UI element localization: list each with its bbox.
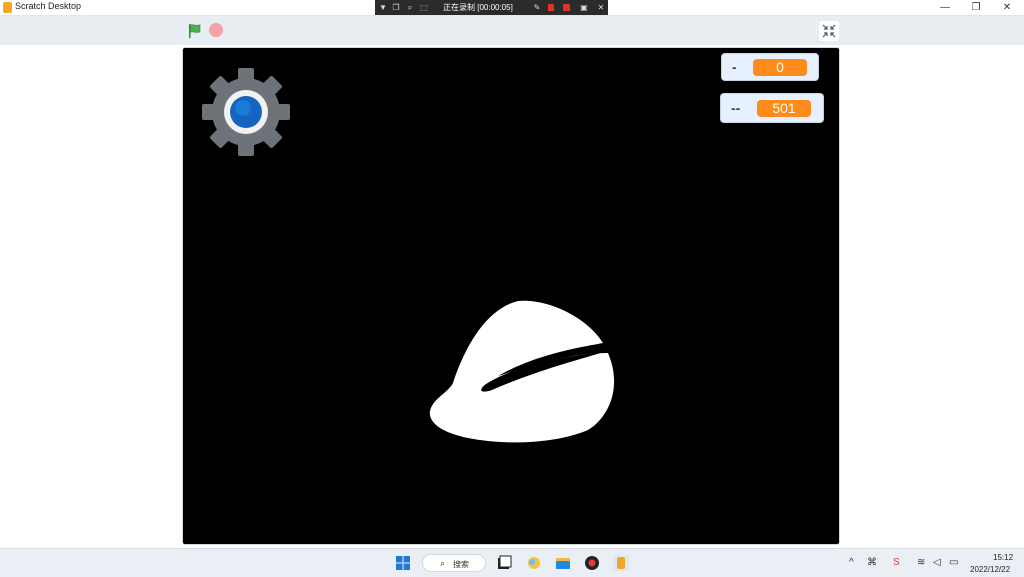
scratch-taskbar-icon[interactable]	[613, 555, 629, 571]
stop-record-icon[interactable]	[563, 4, 570, 11]
network-adapter-icon[interactable]: ⌘	[867, 557, 877, 568]
close-recorder-icon[interactable]: ✕	[596, 2, 606, 13]
task-view-icon[interactable]	[496, 555, 512, 571]
screen-recorder-bar: ▼ ❐ ⌕ ⬚ 正在录制 [00:00:05] ✎ ▣ ✕	[375, 0, 608, 15]
monitor-label: -	[732, 59, 737, 75]
file-explorer-icon[interactable]	[555, 555, 571, 571]
taskbar-search[interactable]: ⌕ 搜索	[422, 554, 486, 572]
window-icon[interactable]: ❐	[391, 2, 401, 13]
stop-icon[interactable]	[209, 23, 223, 37]
recording-status: 正在录制 [00:00:05]	[443, 3, 513, 12]
restore-button[interactable]: ❐	[961, 0, 991, 15]
gear-icon[interactable]	[201, 68, 291, 156]
windows-start-icon[interactable]	[395, 555, 411, 571]
window-title: Scratch Desktop	[15, 1, 82, 11]
pause-icon[interactable]	[548, 4, 554, 11]
minimize-button[interactable]: —	[930, 0, 960, 15]
monitor-label: --	[731, 100, 741, 116]
battery-icon[interactable]: ▭	[949, 557, 958, 568]
zoom-icon[interactable]: ⌕	[405, 2, 415, 13]
clock-date[interactable]: 2022/12/22	[970, 565, 1010, 574]
camera-icon[interactable]: ▣	[578, 2, 590, 13]
stage-toolbar	[0, 16, 1024, 45]
green-flag-icon[interactable]	[187, 23, 203, 39]
variable-monitor: -- 501	[720, 93, 824, 123]
wifi-icon[interactable]: ≋	[917, 557, 925, 568]
search-icon: ⌕	[440, 558, 446, 568]
monitor-value: 0	[753, 59, 807, 76]
scratch-app-icon	[3, 2, 12, 13]
clock-time[interactable]: 15:12	[993, 553, 1013, 562]
recorder-app-icon[interactable]	[584, 555, 600, 571]
stage-canvas[interactable]: - 0 -- 501	[182, 47, 840, 545]
exit-fullscreen-icon[interactable]	[818, 20, 840, 42]
widgets-icon[interactable]	[526, 555, 542, 571]
close-button[interactable]: ✕	[992, 0, 1022, 15]
search-label: 搜索	[453, 560, 469, 569]
taskbar: ⌕ 搜索 ^ ⌘ S ≋ ◁ ▭ 15:12 2022/12/22	[0, 548, 1024, 577]
monitor-value: 501	[757, 100, 811, 117]
volume-icon[interactable]: ◁	[933, 557, 941, 568]
show-hidden-icons[interactable]: ^	[849, 557, 854, 568]
dropdown-icon[interactable]: ▼	[378, 2, 388, 13]
leaf-icon[interactable]	[428, 298, 618, 448]
input-method-icon[interactable]: S	[893, 557, 900, 568]
title-bar: Scratch Desktop ▼ ❐ ⌕ ⬚ 正在录制 [00:00:05] …	[0, 0, 1024, 16]
region-icon[interactable]: ⬚	[419, 2, 429, 13]
pen-icon[interactable]: ✎	[532, 2, 542, 13]
variable-monitor: - 0	[721, 53, 819, 81]
